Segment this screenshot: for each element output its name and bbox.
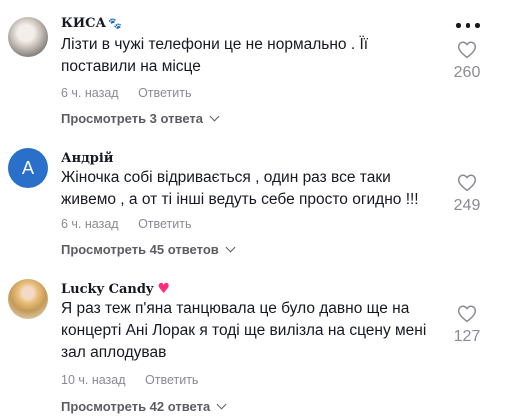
view-replies-label: Просмотреть 45 ответов [61, 242, 219, 257]
view-replies-label: Просмотреть 3 ответа [61, 111, 203, 126]
like-block: 127 [446, 304, 488, 346]
comment-text: Лізти в чужі телефони це не нормально . … [61, 36, 369, 75]
avatar-letter: A [21, 157, 34, 178]
chevron-down-icon [225, 242, 236, 253]
comment-time: 6 ч. назад [61, 217, 119, 231]
username-text: КИСА [61, 16, 107, 31]
paw-icon: 🐾 [108, 17, 122, 30]
comment-username[interactable]: КИСА 🐾 [61, 16, 122, 31]
heart-outline-icon[interactable] [457, 40, 477, 59]
heart-icon: ♥ [157, 281, 171, 297]
comment-text: Я раз теж п'яна танцювала це було давно … [61, 300, 427, 361]
chevron-down-icon [216, 399, 227, 410]
view-replies-label: Просмотреть 42 ответа [61, 399, 211, 414]
avatar[interactable] [8, 279, 48, 319]
heart-outline-icon[interactable] [457, 304, 477, 323]
comment-text: Жіночка собі відривається , один раз все… [61, 169, 419, 208]
comment-meta: 6 ч. назад Ответить [61, 217, 192, 231]
comment-meta: 6 ч. назад Ответить [61, 86, 192, 100]
username-text: Lucky Candy [61, 282, 154, 297]
comment-meta: 10 ч. назад Ответить [61, 373, 198, 387]
view-replies-button[interactable]: Просмотреть 42 ответа [61, 399, 227, 414]
like-count: 249 [453, 197, 481, 214]
like-block: 249 [446, 173, 488, 215]
comment-username[interactable]: Андрій [61, 151, 113, 166]
comment-time: 10 ч. назад [61, 373, 126, 387]
comment-item: A Андрій Жіночка собі відривається , оди… [0, 130, 509, 265]
reply-button[interactable]: Ответить [145, 373, 198, 387]
view-replies-button[interactable]: Просмотреть 3 ответа [61, 111, 220, 126]
chevron-down-icon [209, 111, 220, 122]
avatar[interactable] [8, 17, 48, 57]
comment-item: Lucky Candy ♥ Я раз теж п'яна танцювала ц… [0, 265, 509, 418]
like-count: 127 [453, 328, 481, 345]
like-count: 260 [453, 64, 481, 81]
comment-time: 6 ч. назад [61, 86, 119, 100]
avatar[interactable]: A [8, 148, 48, 188]
reply-button[interactable]: Ответить [138, 86, 191, 100]
like-block: 260 [446, 40, 488, 82]
comment-item: КИСА 🐾 Лізти в чужі телефони це не нормал… [0, 0, 509, 130]
username-text: Андрій [61, 151, 114, 166]
reply-button[interactable]: Ответить [138, 217, 191, 231]
heart-outline-icon[interactable] [457, 173, 477, 192]
comment-username[interactable]: Lucky Candy ♥ [61, 281, 170, 297]
view-replies-button[interactable]: Просмотреть 45 ответов [61, 242, 236, 257]
